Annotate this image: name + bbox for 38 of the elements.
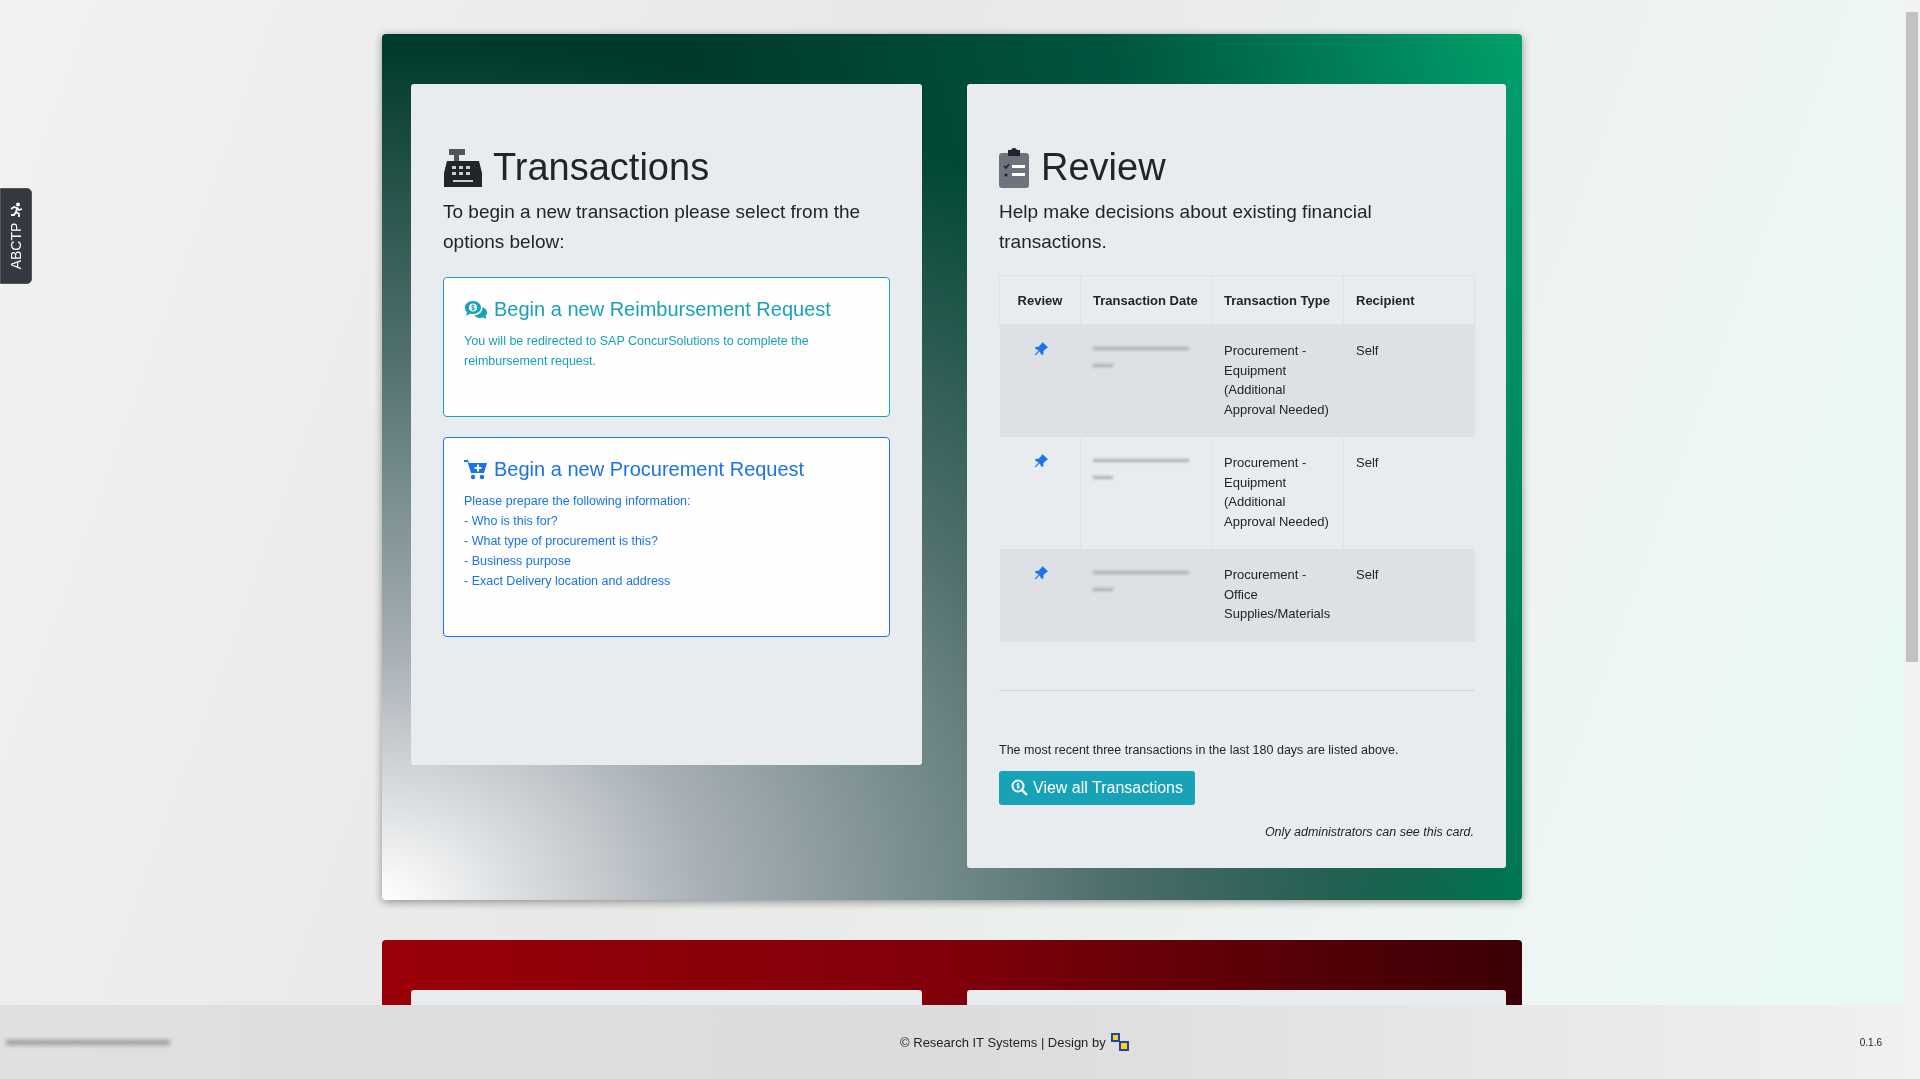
admin-note: Only administrators can see this card. [1263, 824, 1474, 839]
pin-icon[interactable] [1034, 565, 1050, 580]
running-figure-icon [8, 202, 24, 218]
version-label: 0.1.6 [1859, 1036, 1882, 1048]
table-cell: Self [1343, 324, 1475, 437]
cart-plus-icon [464, 458, 488, 481]
option-title: Begin a new Reimbursement Request [494, 298, 831, 321]
table-note: The most recent three transactions in the last 180 days are listed above. [999, 742, 1400, 757]
instruction-line: - What type of procurement is this? [464, 533, 659, 550]
accessibility-tab[interactable]: ABCTP [0, 188, 32, 284]
table-cell: Procurement - Office Supplies/Materials [1211, 549, 1344, 642]
column-header[interactable]: Recipient [1343, 275, 1475, 325]
instruction-line: Please prepare the following information: [464, 493, 692, 510]
column-header[interactable]: Transaction Date [1080, 275, 1212, 325]
intro-text: To begin a new transaction please select from the options below: [443, 200, 862, 254]
designer-logo-icon[interactable] [1109, 1032, 1130, 1052]
option-description: You will be redirected to SAP ConcurSolutions to complete the reimbursement request. [464, 333, 810, 370]
table-cell: Self [1343, 549, 1475, 642]
intro-text: Help make decisions about existing financial transactions. [999, 200, 1373, 254]
column-header[interactable]: Review [999, 275, 1081, 325]
procurement-request-option[interactable]: Begin a new Procurement Request Please prepare the following information: - Who is this for? - What type of procurement is this? - Business purpose - Exact Delivery location and address [443, 437, 890, 637]
search-icon [1011, 779, 1028, 796]
clipboard-checklist-icon [999, 147, 1029, 188]
card-title: Review [1041, 146, 1166, 189]
footer-credit: © Research IT Systems | Design by [900, 1034, 1106, 1050]
pin-icon[interactable] [1034, 341, 1050, 356]
instruction-line: - Who is this for? [464, 513, 559, 530]
column-header[interactable]: Transaction Type [1211, 275, 1344, 325]
cash-register-icon [443, 147, 483, 188]
option-title: Begin a new Procurement Request [494, 458, 805, 481]
pin-icon[interactable] [1034, 453, 1050, 468]
instruction-line: - Business purpose [464, 553, 572, 570]
table-cell: Procurement - Equipment (Additional Approval Needed) [1211, 324, 1344, 437]
scrollbar[interactable] [1904, 0, 1920, 1079]
instruction-line: - Exact Delivery location and address [464, 573, 672, 590]
blurred-text [1093, 476, 1113, 479]
card-title: Transactions [493, 146, 710, 189]
chat-dollar-icon [464, 299, 488, 320]
